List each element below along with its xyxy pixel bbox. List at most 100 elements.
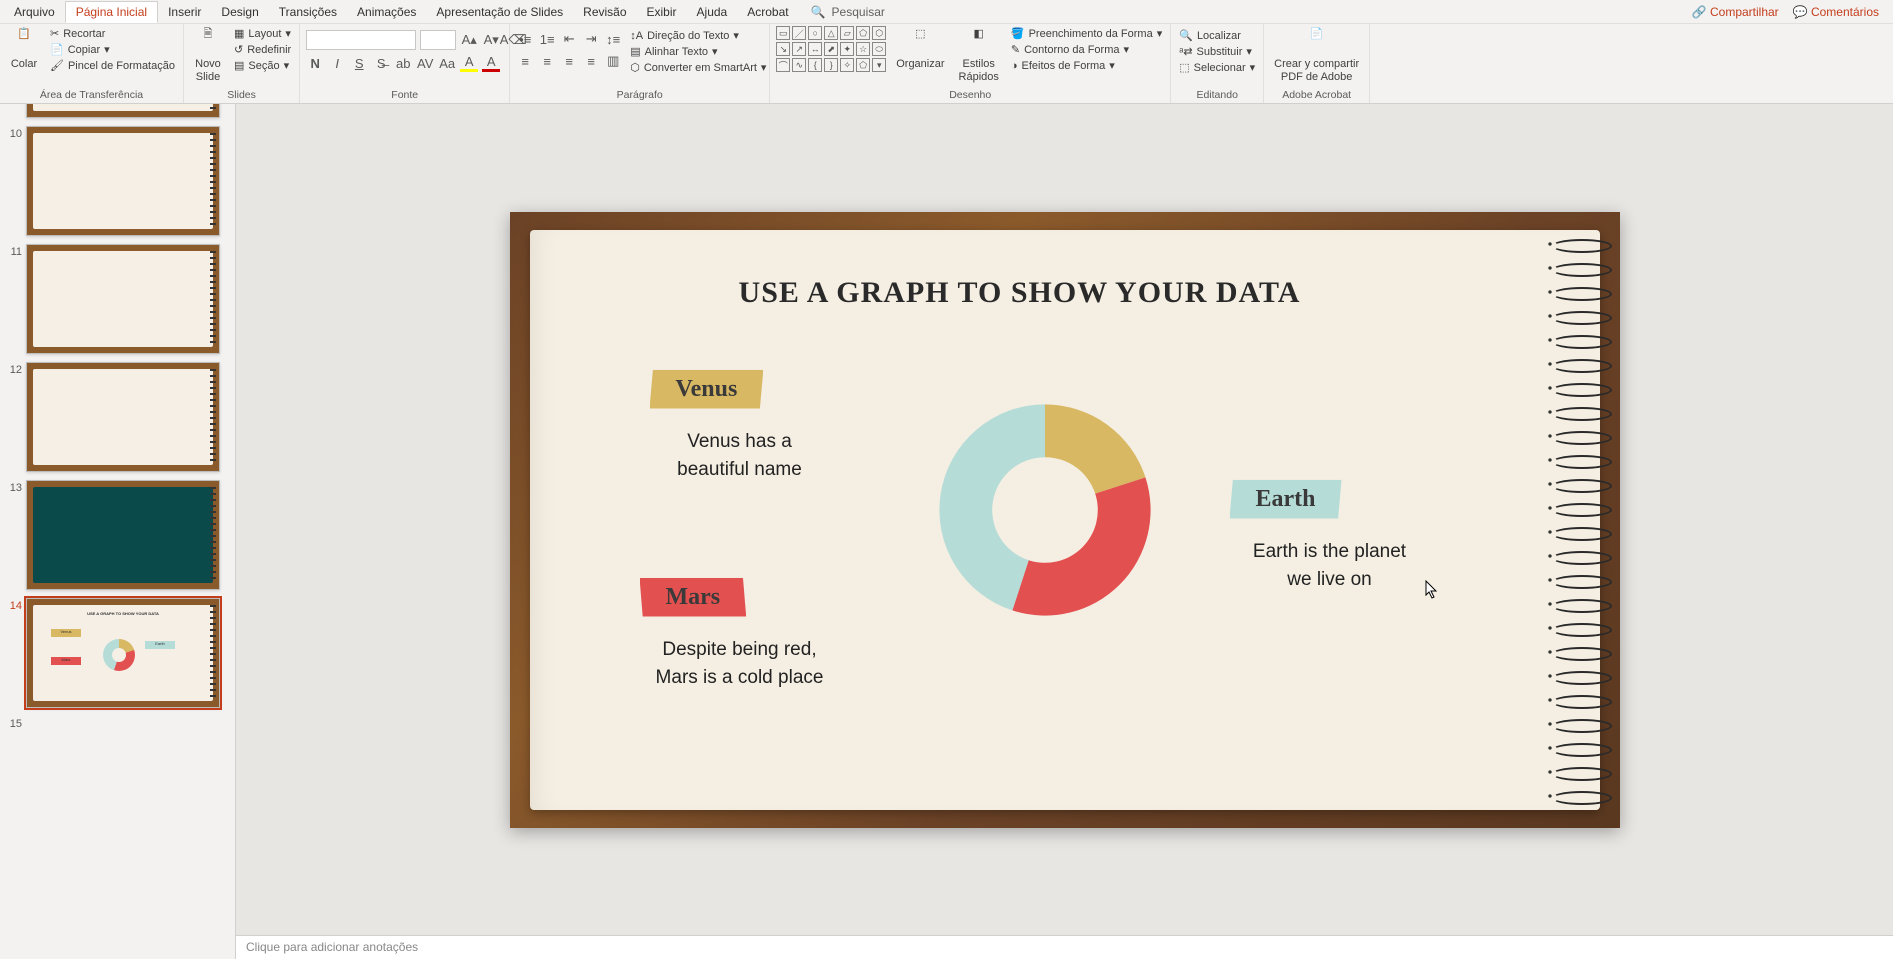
shape-fill-button[interactable]: 🪣Preenchimento da Forma ▾: [1009, 26, 1164, 41]
comments-button[interactable]: 💬 Comentários: [1793, 5, 1879, 19]
decrease-font-icon[interactable]: A▾: [482, 31, 500, 49]
donut-segment-venus[interactable]: [1045, 404, 1145, 493]
arrange-button[interactable]: ⬚ Organizar: [892, 26, 948, 73]
tab-apresentacao[interactable]: Apresentação de Slides: [426, 2, 573, 22]
copy-button[interactable]: 📄Copiar ▾: [48, 42, 177, 57]
tab-design[interactable]: Design: [211, 2, 268, 22]
mars-tape-label[interactable]: Mars: [640, 578, 747, 617]
group-label: Fonte: [306, 87, 503, 103]
tab-arquivo[interactable]: Arquivo: [4, 2, 65, 22]
align-left-icon[interactable]: ≡: [516, 52, 534, 70]
font-family-select[interactable]: [306, 30, 416, 50]
scissors-icon: ✂: [50, 27, 59, 40]
cursor-icon: [1425, 580, 1439, 600]
case-icon[interactable]: Aa: [438, 54, 456, 72]
indent-right-icon[interactable]: ⇥: [582, 30, 600, 48]
donut-segment-mars[interactable]: [1012, 477, 1150, 615]
venus-tape-label[interactable]: Venus: [650, 370, 764, 409]
thumb-num: 11: [4, 244, 22, 354]
thumb-num: 12: [4, 362, 22, 472]
indent-left-icon[interactable]: ⇤: [560, 30, 578, 48]
columns-icon[interactable]: ▥: [604, 52, 622, 70]
slide-title[interactable]: USE A GRAPH TO SHOW YOUR DATA: [530, 276, 1510, 310]
slide-thumb-9[interactable]: [26, 104, 220, 118]
search-placeholder: Pesquisar: [832, 5, 885, 19]
share-button[interactable]: 🔗 Compartilhar: [1692, 5, 1779, 19]
copy-icon: 📄: [50, 43, 64, 56]
paste-button[interactable]: 📋 Colar: [6, 26, 42, 73]
cut-button[interactable]: ✂Recortar: [48, 26, 177, 41]
line-spacing-icon[interactable]: ↕≡: [604, 30, 622, 48]
earth-caption[interactable]: Earth is the planet we live on: [1220, 538, 1440, 595]
thumb-num: 15: [4, 716, 22, 730]
group-paragraph: •≡ 1≡ ⇤ ⇥ ↕≡ ≡ ≡ ≡ ≡ ▥ ↕ADireção do Text…: [510, 24, 770, 103]
outline-icon: ✎: [1011, 43, 1020, 56]
tab-inserir[interactable]: Inserir: [158, 2, 211, 22]
text-direction-button[interactable]: ↕ADireção do Texto ▾: [628, 28, 768, 43]
tab-transicoes[interactable]: Transições: [269, 2, 347, 22]
align-center-icon[interactable]: ≡: [538, 52, 556, 70]
align-right-icon[interactable]: ≡: [560, 52, 578, 70]
notebook-background: USE A GRAPH TO SHOW YOUR DATA Venus Venu…: [530, 230, 1600, 810]
group-editing: 🔍Localizar ᵃ⇄Substituir ▾ ⬚Selecionar ▾ …: [1171, 24, 1264, 103]
bold-icon[interactable]: N: [306, 54, 324, 72]
font-color-icon[interactable]: A: [482, 54, 500, 72]
layout-button[interactable]: ▦Layout ▾: [232, 26, 293, 41]
tab-animacoes[interactable]: Animações: [347, 2, 426, 22]
workspace: 10 11 12 13 14 USE A GRAPH TO SHOW YOUR …: [0, 104, 1893, 959]
search-box[interactable]: 🔍 Pesquisar: [811, 5, 885, 19]
select-button[interactable]: ⬚Selecionar ▾: [1177, 60, 1257, 75]
mars-caption[interactable]: Despite being red, Mars is a cold place: [620, 636, 860, 693]
italic-icon[interactable]: I: [328, 54, 346, 72]
thumb-num: 13: [4, 480, 22, 590]
pdf-icon: 📄: [1303, 28, 1331, 56]
earth-tape-label[interactable]: Earth: [1230, 480, 1342, 519]
new-slide-button[interactable]: 🗎 Novo Slide: [190, 26, 226, 86]
slide-thumb-14[interactable]: USE A GRAPH TO SHOW YOUR DATA Venus Mars…: [26, 598, 220, 708]
venus-caption[interactable]: Venus has a beautiful name: [640, 428, 840, 485]
tab-ajuda[interactable]: Ajuda: [687, 2, 738, 22]
slide-canvas[interactable]: USE A GRAPH TO SHOW YOUR DATA Venus Venu…: [236, 104, 1893, 935]
spacing-icon[interactable]: AV: [416, 54, 434, 72]
tab-revisao[interactable]: Revisão: [573, 2, 636, 22]
slide[interactable]: USE A GRAPH TO SHOW YOUR DATA Venus Venu…: [510, 212, 1620, 828]
quick-styles-button[interactable]: ◧ Estilos Rápidos: [955, 26, 1003, 86]
replace-button[interactable]: ᵃ⇄Substituir ▾: [1177, 44, 1257, 59]
format-painter-button[interactable]: 🖌Pincel de Formatação: [48, 58, 177, 73]
donut-chart[interactable]: [935, 400, 1155, 620]
layout-icon: ▦: [234, 27, 244, 40]
tab-exibir[interactable]: Exibir: [637, 2, 687, 22]
new-slide-icon: 🗎: [194, 28, 222, 56]
align-text-button[interactable]: ▤Alinhar Texto ▾: [628, 44, 768, 59]
justify-icon[interactable]: ≡: [582, 52, 600, 70]
group-label: Slides: [190, 87, 293, 103]
thumbnail-panel[interactable]: 10 11 12 13 14 USE A GRAPH TO SHOW YOUR …: [0, 104, 236, 959]
shape-outline-button[interactable]: ✎Contorno da Forma ▾: [1009, 42, 1164, 57]
increase-font-icon[interactable]: A▴: [460, 31, 478, 49]
adobe-pdf-button[interactable]: 📄 Crear y compartir PDF de Adobe: [1270, 26, 1363, 86]
tab-acrobat[interactable]: Acrobat: [737, 2, 798, 22]
select-icon: ⬚: [1179, 61, 1189, 74]
highlight-icon[interactable]: A: [460, 54, 478, 72]
slide-thumb-11[interactable]: [26, 244, 220, 354]
slide-thumb-12[interactable]: [26, 362, 220, 472]
search-icon: 🔍: [811, 5, 826, 19]
menubar: Arquivo Página Inicial Inserir Design Tr…: [0, 0, 1893, 24]
underline-icon[interactable]: S: [350, 54, 368, 72]
reset-button[interactable]: ↺Redefinir: [232, 42, 293, 57]
smartart-button[interactable]: ⬡Converter em SmartArt ▾: [628, 60, 768, 75]
slide-thumb-13[interactable]: [26, 480, 220, 590]
shape-effects-button[interactable]: ◑Efeitos de Forma ▾: [1009, 58, 1164, 73]
shadow-icon[interactable]: ab: [394, 54, 412, 72]
group-label: Editando: [1177, 87, 1257, 103]
slide-thumb-10[interactable]: [26, 126, 220, 236]
tab-pagina-inicial[interactable]: Página Inicial: [65, 1, 158, 23]
font-size-select[interactable]: [420, 30, 456, 50]
shapes-gallery[interactable]: ▭／○△▱⬠⬡ ↘↗↔⬈✦☆⬭ ⌒∿{}✧⬠▾: [776, 26, 886, 72]
numbering-icon[interactable]: 1≡: [538, 30, 556, 48]
section-button[interactable]: ▤Seção ▾: [232, 58, 293, 73]
strike-icon[interactable]: S̶: [372, 54, 390, 72]
notes-pane[interactable]: Clique para adicionar anotações: [236, 935, 1893, 959]
bullets-icon[interactable]: •≡: [516, 30, 534, 48]
align-text-icon: ▤: [630, 45, 640, 58]
